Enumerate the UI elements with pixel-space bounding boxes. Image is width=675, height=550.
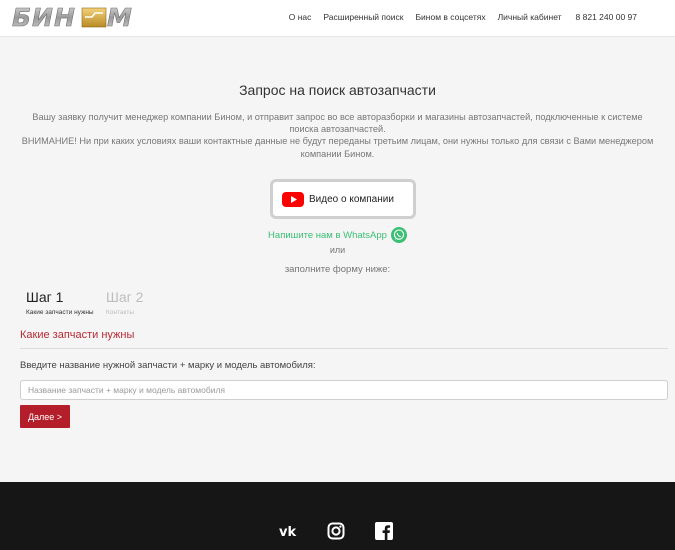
intro-text: Вашу заявку получит менеджер компании Би… — [20, 111, 655, 160]
intro-paragraph: Вашу заявку получит менеджер компании Би… — [32, 112, 643, 135]
step-1-subtitle: Какие запчасти нужны — [26, 309, 94, 316]
step-2-subtitle: Контакты — [106, 309, 135, 316]
nav-about[interactable]: О нас — [289, 12, 312, 22]
next-button[interactable]: Далее > — [20, 405, 70, 428]
divider — [20, 348, 668, 349]
facebook-icon[interactable] — [375, 522, 395, 540]
whatsapp-label: Напишите нам в WhatsApp — [268, 229, 387, 241]
whatsapp-row: Напишите нам в WhatsApp — [0, 227, 675, 243]
main-nav: О нас Расширенный поиск Бином в соцсетях… — [289, 12, 637, 22]
step-2-title[interactable]: Шаг 2 — [106, 289, 143, 305]
instagram-icon[interactable] — [327, 522, 347, 540]
part-name-input[interactable] — [20, 380, 668, 400]
vk-icon[interactable]: vk — [279, 522, 299, 540]
youtube-icon — [282, 191, 304, 207]
nav-account[interactable]: Личный кабинет — [498, 12, 562, 22]
page-title: Запрос на поиск автозапчасти — [239, 82, 436, 98]
video-button-label: Видео о компании — [309, 193, 394, 205]
svg-text:М: М — [107, 4, 132, 30]
nav-advanced-search[interactable]: Расширенный поиск — [323, 12, 403, 22]
fill-form-text: заполните форму ниже: — [284, 264, 391, 275]
social-links: vk — [279, 522, 395, 540]
site-header: БИН М О нас Расширенный поиск Бином в со… — [0, 0, 675, 37]
video-button[interactable]: Видео о компании — [282, 191, 394, 207]
whatsapp-icon — [390, 227, 407, 243]
warning-paragraph: ВНИМАНИЕ! Ни при каких условиях ваши кон… — [21, 136, 654, 159]
or-text: или — [329, 245, 346, 255]
part-field-label: Введите название нужной запчасти + марку… — [20, 360, 316, 371]
svg-text:vk: vk — [279, 525, 296, 540]
whatsapp-link[interactable]: Напишите нам в WhatsApp — [268, 227, 407, 243]
binom-logo[interactable]: БИН М — [12, 4, 140, 30]
phone-link[interactable]: 8 821 240 00 97 — [576, 12, 637, 22]
nav-social[interactable]: Бином в соцсетях — [415, 12, 485, 22]
video-frame: Видео о компании — [270, 179, 416, 219]
svg-text:БИН: БИН — [12, 4, 76, 30]
section-title: Какие запчасти нужны — [20, 329, 135, 341]
step-1-title[interactable]: Шаг 1 — [26, 289, 63, 305]
